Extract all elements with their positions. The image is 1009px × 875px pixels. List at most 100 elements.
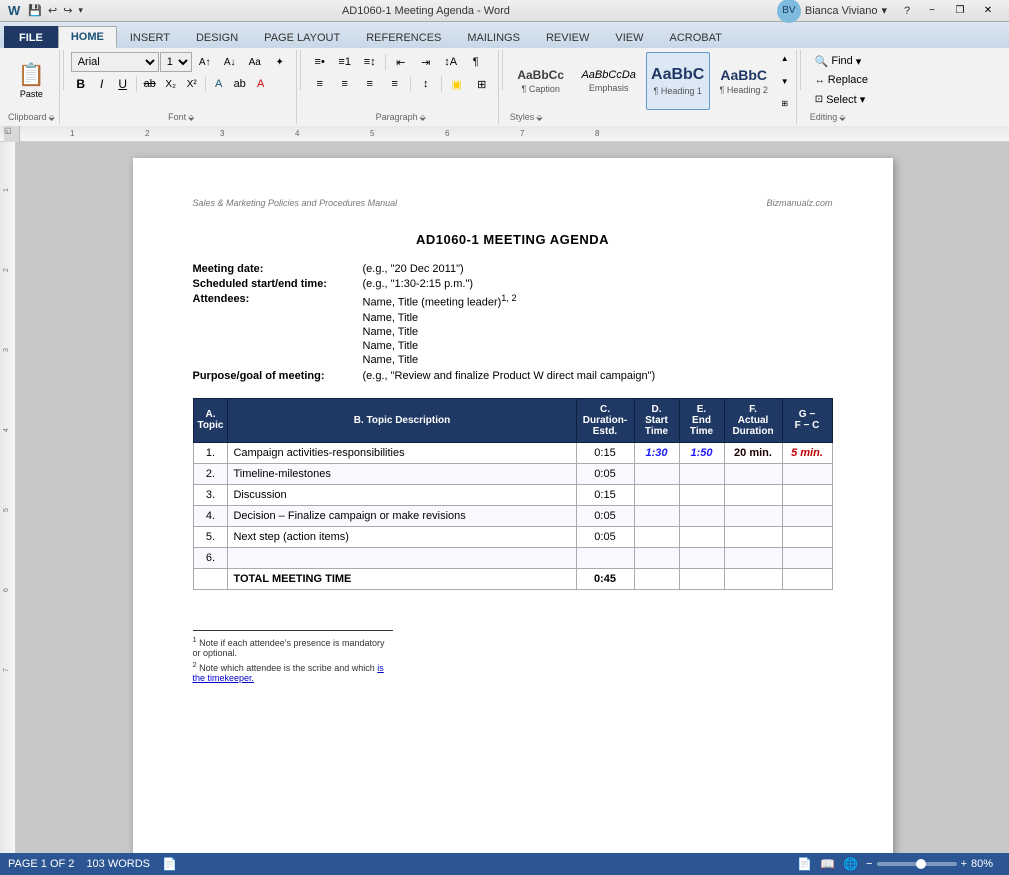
multilevel-btn[interactable]: ≡↕ [358, 52, 382, 72]
select-btn[interactable]: ⊡ Select ▾ [810, 90, 873, 108]
replace-btn[interactable]: ↔ Replace [810, 71, 873, 89]
row3-desc: Discussion [228, 484, 576, 505]
paste-button[interactable]: 📋 Paste [11, 52, 51, 110]
footnotes: 1 Note if each attendee's presence is ma… [193, 630, 393, 683]
align-center-btn[interactable]: ≡ [333, 74, 357, 94]
minimize-btn[interactable]: − [919, 3, 945, 19]
editing-group: 🔍 Find ▾ ↔ Replace ⊡ Select ▾ Editing ⬙ [804, 50, 879, 124]
scroll-up-icon[interactable]: ▲ [778, 54, 792, 63]
style-emphasis-btn[interactable]: AaBbCcDa Emphasis [574, 52, 644, 110]
page-info: PAGE 1 OF 2 [8, 858, 74, 870]
tab-review[interactable]: REVIEW [533, 26, 602, 48]
superscript-btn[interactable]: X² [182, 74, 202, 94]
close-btn[interactable]: ✕ [975, 3, 1001, 19]
line-spacing-btn[interactable]: ↕ [414, 74, 438, 94]
clipboard-expander[interactable]: ⬙ [49, 113, 55, 122]
shading-btn[interactable]: ▣ [445, 74, 469, 94]
underline-btn[interactable]: U [113, 74, 133, 94]
subscript-btn[interactable]: X₂ [161, 74, 181, 94]
svg-text:5: 5 [3, 508, 10, 512]
font-size-select[interactable]: 12 [160, 52, 192, 72]
zoom-level[interactable]: 80% [971, 858, 1001, 870]
bold-btn[interactable]: B [71, 74, 91, 94]
scroll-more-icon[interactable]: ⊞ [778, 99, 792, 108]
decrease-indent-btn[interactable]: ⇤ [389, 52, 413, 72]
purpose-value: (e.g., "Review and finalize Product W di… [363, 370, 833, 382]
undo-icon[interactable]: ↩ [48, 4, 57, 17]
font-family-select[interactable]: Arial [71, 52, 159, 72]
clear-format-btn[interactable]: ✦ [268, 52, 292, 72]
border-btn[interactable]: ⊞ [470, 74, 494, 94]
styles-scroll[interactable]: ▲ ▼ ⊞ [778, 52, 792, 110]
row2-actual [724, 463, 782, 484]
tab-references[interactable]: REFERENCES [353, 26, 454, 48]
tab-design[interactable]: DESIGN [183, 26, 251, 48]
align-left-btn[interactable]: ≡ [308, 74, 332, 94]
ruler-corner[interactable]: ◱ [4, 126, 20, 142]
bullets-btn[interactable]: ≡• [308, 52, 332, 72]
divider-1 [63, 50, 64, 90]
highlight-btn[interactable]: ab [230, 74, 250, 94]
tab-mailings[interactable]: MAILINGS [454, 26, 533, 48]
strikethrough-btn[interactable]: ab [140, 74, 160, 94]
increase-indent-btn[interactable]: ⇥ [414, 52, 438, 72]
text-effect-btn[interactable]: A [209, 74, 229, 94]
row1-num: 1. [193, 442, 228, 463]
row5-dur: 0:05 [576, 526, 634, 547]
tab-file[interactable]: FILE [4, 26, 58, 48]
redo-icon[interactable]: ↪ [63, 4, 72, 17]
tab-acrobat[interactable]: ACROBAT [656, 26, 734, 48]
numbering-btn[interactable]: ≡1 [333, 52, 357, 72]
shrink-font-btn[interactable]: A↓ [218, 52, 242, 72]
style-heading2-btn[interactable]: AaBbC ¶ Heading 2 [712, 52, 776, 110]
paragraph-expander[interactable]: ⬙ [420, 113, 426, 122]
zoom-out-btn[interactable]: − [866, 858, 872, 870]
divider-p1 [385, 54, 386, 70]
quick-save-icon[interactable]: 💾 [28, 4, 42, 17]
grow-font-btn[interactable]: A↑ [193, 52, 217, 72]
tab-page-layout[interactable]: PAGE LAYOUT [251, 26, 353, 48]
attendees-value: Name, Title (meeting leader)1, 2 [363, 293, 833, 309]
customize-icon[interactable]: ▾ [78, 5, 83, 16]
row1-dur: 0:15 [576, 442, 634, 463]
find-btn[interactable]: 🔍 Find ▾ [810, 52, 873, 70]
style-heading1-btn[interactable]: AaBbC ¶ Heading 1 [646, 52, 710, 110]
change-case-btn[interactable]: Aa [243, 52, 267, 72]
zoom-in-btn[interactable]: + [961, 858, 967, 870]
attendee-2: Name, Title [363, 326, 833, 338]
zoom-slider[interactable] [877, 862, 957, 866]
scroll-down-icon[interactable]: ▼ [778, 77, 792, 86]
help-btn[interactable]: ? [897, 3, 917, 19]
user-dropdown-icon[interactable]: ▾ [881, 4, 887, 17]
svg-text:3: 3 [220, 129, 225, 138]
justify-btn[interactable]: ≡ [383, 74, 407, 94]
meeting-date-row: Meeting date: (e.g., "20 Dec 2011") [193, 263, 833, 275]
font-expander[interactable]: ⬙ [188, 113, 194, 122]
font-color-btn[interactable]: A [251, 74, 271, 94]
tab-view[interactable]: VIEW [602, 26, 656, 48]
doc-area[interactable]: Sales & Marketing Policies and Procedure… [16, 142, 1009, 853]
restore-btn[interactable]: ❐ [947, 3, 973, 19]
style-caption-btn[interactable]: AaBbCc ¶ Caption [510, 52, 572, 110]
svg-text:4: 4 [3, 428, 10, 432]
styles-expander[interactable]: ⬙ [536, 113, 542, 122]
find-arrow[interactable]: ▾ [856, 55, 862, 68]
total-g [782, 568, 832, 589]
editing-expander[interactable]: ⬙ [839, 113, 845, 122]
row6-dur [576, 547, 634, 568]
svg-text:5: 5 [370, 129, 375, 138]
svg-text:6: 6 [445, 129, 450, 138]
sort-btn[interactable]: ↕A [439, 52, 463, 72]
total-empty [193, 568, 228, 589]
svg-text:4: 4 [295, 129, 300, 138]
align-right-btn[interactable]: ≡ [358, 74, 382, 94]
replace-icon: ↔ [815, 75, 825, 86]
user-name[interactable]: Bianca Viviano [805, 5, 878, 17]
italic-btn[interactable]: I [92, 74, 112, 94]
col-header-d: D.StartTime [634, 398, 679, 442]
app-icon: W [8, 3, 20, 18]
tab-insert[interactable]: INSERT [117, 26, 183, 48]
total-start [634, 568, 679, 589]
show-para-btn[interactable]: ¶ [464, 52, 488, 72]
tab-home[interactable]: HOME [58, 26, 117, 48]
